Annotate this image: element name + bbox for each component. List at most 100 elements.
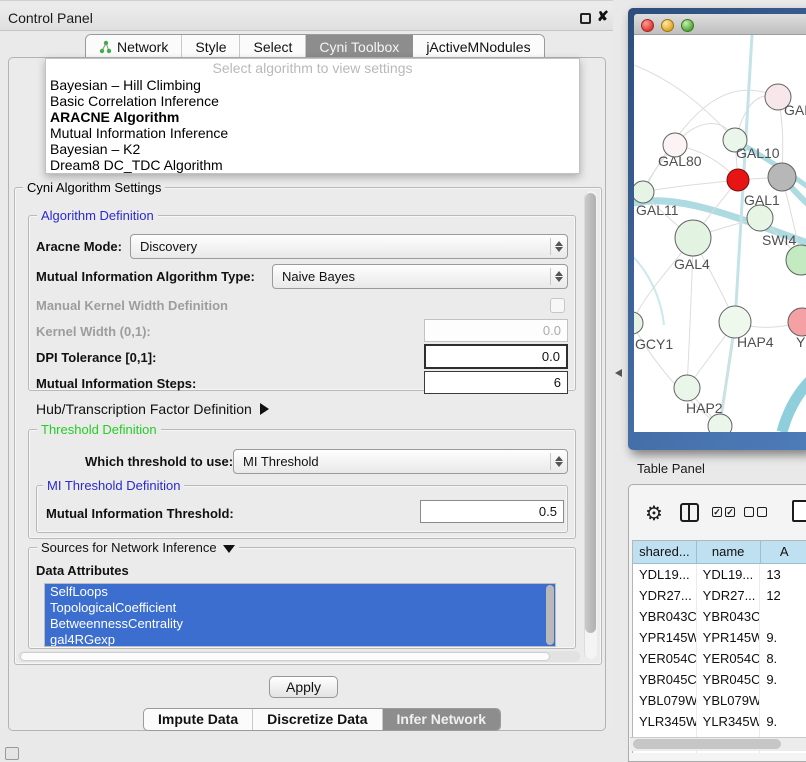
aracne-mode-select[interactable]: Discovery [130,234,568,259]
new-file-icon[interactable] [792,500,806,522]
control-panel-tabbar: NetworkStyleSelect Cyni Toolbox jActiveMNo… [85,34,545,58]
tab-impute-data[interactable]: Impute Data [144,709,253,730]
mi-steps-input[interactable]: 6 [424,371,568,394]
data-attribute-item[interactable]: SelfLoops [45,584,555,600]
attributes-scrollbar-thumb[interactable] [546,585,554,645]
node-label: GAL80 [658,153,702,169]
table-cell[interactable]: 9. [760,711,806,732]
network-node-gcy1[interactable] [634,312,643,334]
table-cell[interactable]: YDR27... [697,585,761,606]
which-threshold-select[interactable]: MI Threshold [233,449,568,474]
table-row[interactable]: YBL079WYBL079W [633,690,806,711]
table-cell[interactable]: 13 [760,564,806,585]
tab-infer-network[interactable]: Infer Network [383,709,500,730]
tab-cyni-toolbox[interactable]: Cyni Toolbox [306,35,413,58]
table-row[interactable]: YBR043CYBR043C [633,606,806,627]
settings-scrollbar-thumb[interactable] [585,193,596,633]
algorithm-option[interactable]: Bayesian – Hill Climbing [46,77,579,93]
table-cell[interactable]: YBR045C [633,669,697,690]
table-cell[interactable]: 9. [760,669,806,690]
mi-threshold-input[interactable]: 0.5 [420,500,564,523]
table-header-cell[interactable]: name [697,541,761,564]
manual-kernel-checkbox[interactable] [550,298,565,313]
table-hscrollbar-thumb[interactable] [633,739,781,749]
hub-definition-disclosure[interactable]: Hub/Transcription Factor Definition [36,401,269,417]
table-cell[interactable] [760,606,806,627]
algorithm-option[interactable]: Mutual Information Inference [46,125,579,141]
close-icon[interactable]: ✘ [597,8,609,25]
collapsed-panel-icon[interactable] [5,747,19,760]
select-all-icon[interactable]: ✓✓ [712,507,735,517]
table-cell[interactable]: YBR043C [633,606,697,627]
gear-icon[interactable]: ⚙ [645,501,663,526]
table-row[interactable]: YBR045CYBR045C9. [633,669,806,690]
deselect-all-icon[interactable] [744,507,767,517]
table-cell[interactable]: YLR345W [697,711,761,732]
data-attribute-item[interactable]: TopologicalCoefficient [45,600,555,616]
table-cell[interactable]: YBR045C [697,669,761,690]
table-cell[interactable]: YER054C [697,648,761,669]
table-row[interactable]: YPR145WYPR145W9. [633,627,806,648]
tab-jactivemnodules[interactable]: jActiveMNodules [413,35,543,58]
minimize-traffic-light-icon[interactable] [661,19,674,32]
network-window-titlebar[interactable] [634,14,806,35]
table-cell[interactable]: YDL19... [633,564,697,585]
table-row[interactable]: YDR27...YDR27...12 [633,585,806,606]
network-node-y[interactable] [788,308,806,336]
table-cell[interactable]: YER054C [633,648,697,669]
tab-select[interactable]: Select [240,35,306,58]
columns-icon[interactable] [680,503,699,522]
float-window-icon[interactable] [580,13,591,24]
tab-network[interactable]: Network [86,35,182,58]
algorithm-option[interactable]: ARACNE Algorithm [46,109,579,125]
close-traffic-light-icon[interactable] [641,19,654,32]
settings-hscrollbar-thumb[interactable] [20,652,550,661]
table-cell[interactable]: YDL19... [697,564,761,585]
data-attribute-item[interactable]: gal4RGexp [45,632,555,647]
network-node[interactable] [786,245,806,275]
network-node-gal1[interactable] [727,169,749,191]
tab-discretize-data[interactable]: Discretize Data [253,709,382,730]
network-canvas[interactable]: GALGAL80GAL10GAL1GAL11SWI4GAL4GCY1HAP4YH… [634,35,806,432]
kernel-width-input[interactable]: 0.0 [424,319,568,342]
disclosure-right-icon [260,403,269,415]
table-row[interactable]: YDL19...YDL19...13 [633,564,806,585]
zoom-traffic-light-icon[interactable] [681,19,694,32]
table-cell[interactable]: YBR043C [697,606,761,627]
tab-label: Cyni Toolbox [319,39,399,55]
sources-group-title[interactable]: Sources for Network Inference [37,540,239,555]
table-cell[interactable]: 9. [760,627,806,648]
algorithm-dropdown-placeholder[interactable]: Select algorithm to view settings [46,59,579,77]
dpi-tolerance-label: DPI Tolerance [0,1]: [36,350,156,365]
algorithm-option[interactable]: Dream8 DC_TDC Algorithm [46,157,579,173]
data-attribute-item[interactable]: BetweennessCentrality [45,616,555,632]
table-cell[interactable]: 12 [760,585,806,606]
control-panel-title: Control Panel [8,10,93,26]
table-cell[interactable]: YLR345W [633,711,697,732]
tab-style[interactable]: Style [182,35,240,58]
dpi-tolerance-input[interactable]: 0.0 [424,344,568,369]
table-header-cell[interactable]: shared... [633,541,697,564]
algorithm-option[interactable]: Basic Correlation Inference [46,93,579,109]
spinner-arrows-icon [550,453,564,470]
network-node-swi4[interactable] [747,205,773,231]
table-row[interactable]: YLR345WYLR345W9. [633,711,806,732]
table-cell[interactable] [760,690,806,711]
threshold-definition-title: Threshold Definition [37,422,161,437]
network-node-hap2[interactable] [674,375,700,401]
network-node[interactable] [768,163,796,191]
apply-button[interactable]: Apply [269,676,338,698]
table-header-cell[interactable]: A [761,541,806,564]
table-cell[interactable]: YBL079W [697,690,761,711]
node-label: HAP4 [737,334,774,350]
algorithm-option[interactable]: Bayesian – K2 [46,141,579,157]
table-row[interactable]: YER054CYER054C8. [633,648,806,669]
network-node-gal11[interactable] [634,181,654,203]
table-cell[interactable]: YBL079W [633,690,697,711]
mi-type-select[interactable]: Naive Bayes [272,264,568,289]
table-cell[interactable]: 8. [760,648,806,669]
table-cell[interactable]: YDR27... [633,585,697,606]
table-cell[interactable]: YPR145W [633,627,697,648]
network-node-gal4[interactable] [675,220,711,256]
table-cell[interactable]: YPR145W [697,627,761,648]
